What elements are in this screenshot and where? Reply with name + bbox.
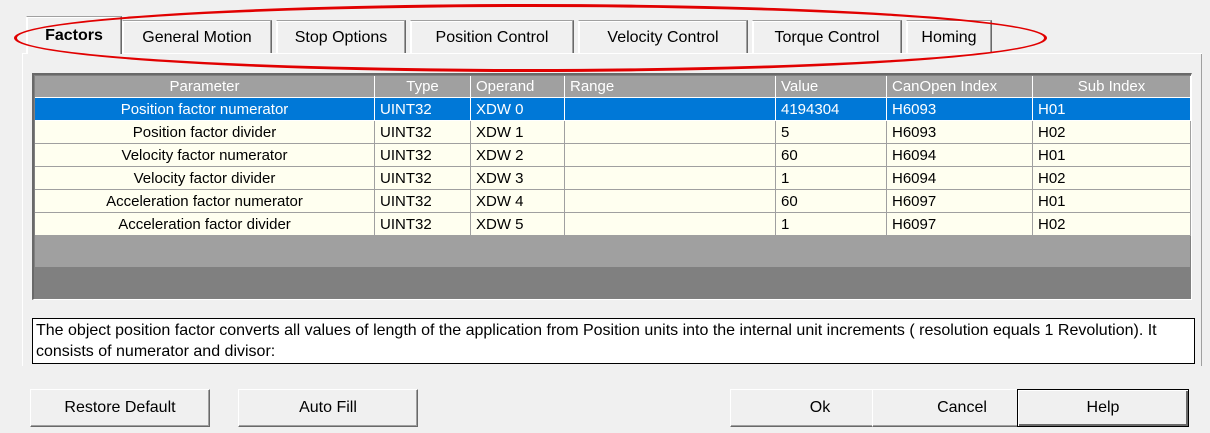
cell-sub-index[interactable]: H02 bbox=[1033, 213, 1191, 236]
cell-value[interactable]: 1 bbox=[776, 213, 887, 236]
table-row[interactable]: Acceleration factor numerator UINT32 XDW… bbox=[35, 190, 1191, 213]
tab-page-top-edge bbox=[22, 53, 1202, 55]
cell-range[interactable] bbox=[565, 190, 776, 213]
cell-canopen-index[interactable]: H6097 bbox=[887, 213, 1033, 236]
table-row[interactable]: Position factor divider UINT32 XDW 1 5 H… bbox=[35, 121, 1191, 144]
cell-range[interactable] bbox=[565, 167, 776, 190]
grid-header-row: Parameter Type Operand Range Value CanOp… bbox=[35, 76, 1191, 98]
cell-operand[interactable]: XDW 4 bbox=[471, 190, 565, 213]
cell-range[interactable] bbox=[565, 213, 776, 236]
cell-type[interactable]: UINT32 bbox=[375, 213, 471, 236]
grid-empty-area bbox=[35, 235, 1190, 267]
cell-canopen-index[interactable]: H6094 bbox=[887, 144, 1033, 167]
cell-sub-index[interactable]: H01 bbox=[1033, 98, 1191, 121]
cell-type[interactable]: UINT32 bbox=[375, 167, 471, 190]
tab-general-motion[interactable]: General Motion bbox=[122, 20, 272, 54]
column-header-sub-index[interactable]: Sub Index bbox=[1033, 76, 1191, 98]
cell-value[interactable]: 60 bbox=[776, 190, 887, 213]
column-header-value[interactable]: Value bbox=[776, 76, 887, 98]
tab-torque-control[interactable]: Torque Control bbox=[752, 20, 902, 54]
cell-operand[interactable]: XDW 5 bbox=[471, 213, 565, 236]
tab-stop-options[interactable]: Stop Options bbox=[276, 20, 406, 54]
parameter-grid[interactable]: Parameter Type Operand Range Value CanOp… bbox=[32, 73, 1192, 300]
cell-type[interactable]: UINT32 bbox=[375, 121, 471, 144]
column-header-parameter[interactable]: Parameter bbox=[35, 76, 375, 98]
cell-value[interactable]: 5 bbox=[776, 121, 887, 144]
help-button[interactable]: Help bbox=[1017, 389, 1189, 427]
tab-velocity-control[interactable]: Velocity Control bbox=[578, 20, 748, 54]
cell-canopen-index[interactable]: H6097 bbox=[887, 190, 1033, 213]
factors-dialog: Factors General Motion Stop Options Posi… bbox=[0, 0, 1210, 433]
table-row[interactable]: Velocity factor divider UINT32 XDW 3 1 H… bbox=[35, 167, 1191, 190]
cell-type[interactable]: UINT32 bbox=[375, 98, 471, 121]
cell-range[interactable] bbox=[565, 121, 776, 144]
cell-parameter[interactable]: Position factor divider bbox=[35, 121, 375, 144]
column-header-operand[interactable]: Operand bbox=[471, 76, 565, 98]
table-row[interactable]: Velocity factor numerator UINT32 XDW 2 6… bbox=[35, 144, 1191, 167]
tab-page-left-edge bbox=[22, 54, 23, 366]
auto-fill-button[interactable]: Auto Fill bbox=[238, 389, 418, 427]
cell-sub-index[interactable]: H02 bbox=[1033, 167, 1191, 190]
cell-operand[interactable]: XDW 3 bbox=[471, 167, 565, 190]
cell-value[interactable]: 4194304 bbox=[776, 98, 887, 121]
cell-sub-index[interactable]: H01 bbox=[1033, 144, 1191, 167]
cell-parameter[interactable]: Velocity factor divider bbox=[35, 167, 375, 190]
cell-range[interactable] bbox=[565, 144, 776, 167]
parameter-grid-body: Parameter Type Operand Range Value CanOp… bbox=[35, 76, 1191, 236]
cell-range[interactable] bbox=[565, 98, 776, 121]
cell-parameter[interactable]: Acceleration factor divider bbox=[35, 213, 375, 236]
cell-value[interactable]: 60 bbox=[776, 144, 887, 167]
cell-type[interactable]: UINT32 bbox=[375, 190, 471, 213]
table-row[interactable]: Position factor numerator UINT32 XDW 0 4… bbox=[35, 98, 1191, 121]
tab-homing[interactable]: Homing bbox=[906, 20, 992, 54]
cell-sub-index[interactable]: H02 bbox=[1033, 121, 1191, 144]
cell-operand[interactable]: XDW 2 bbox=[471, 144, 565, 167]
description-box: The object position factor converts all … bbox=[32, 318, 1195, 364]
table-row[interactable]: Acceleration factor divider UINT32 XDW 5… bbox=[35, 213, 1191, 236]
cell-canopen-index[interactable]: H6094 bbox=[887, 167, 1033, 190]
restore-default-button[interactable]: Restore Default bbox=[30, 389, 210, 427]
column-header-canopen-index[interactable]: CanOpen Index bbox=[887, 76, 1033, 98]
cell-value[interactable]: 1 bbox=[776, 167, 887, 190]
cell-parameter[interactable]: Acceleration factor numerator bbox=[35, 190, 375, 213]
tab-strip: Factors General Motion Stop Options Posi… bbox=[26, 16, 1026, 54]
cell-operand[interactable]: XDW 0 bbox=[471, 98, 565, 121]
cell-sub-index[interactable]: H01 bbox=[1033, 190, 1191, 213]
tab-factors[interactable]: Factors bbox=[26, 16, 122, 54]
cell-parameter[interactable]: Position factor numerator bbox=[35, 98, 375, 121]
tab-page-right-edge bbox=[1201, 54, 1202, 366]
column-header-range[interactable]: Range bbox=[565, 76, 776, 98]
cell-type[interactable]: UINT32 bbox=[375, 144, 471, 167]
cell-parameter[interactable]: Velocity factor numerator bbox=[35, 144, 375, 167]
cell-canopen-index[interactable]: H6093 bbox=[887, 121, 1033, 144]
cell-canopen-index[interactable]: H6093 bbox=[887, 98, 1033, 121]
cell-operand[interactable]: XDW 1 bbox=[471, 121, 565, 144]
tab-position-control[interactable]: Position Control bbox=[410, 20, 574, 54]
column-header-type[interactable]: Type bbox=[375, 76, 471, 98]
